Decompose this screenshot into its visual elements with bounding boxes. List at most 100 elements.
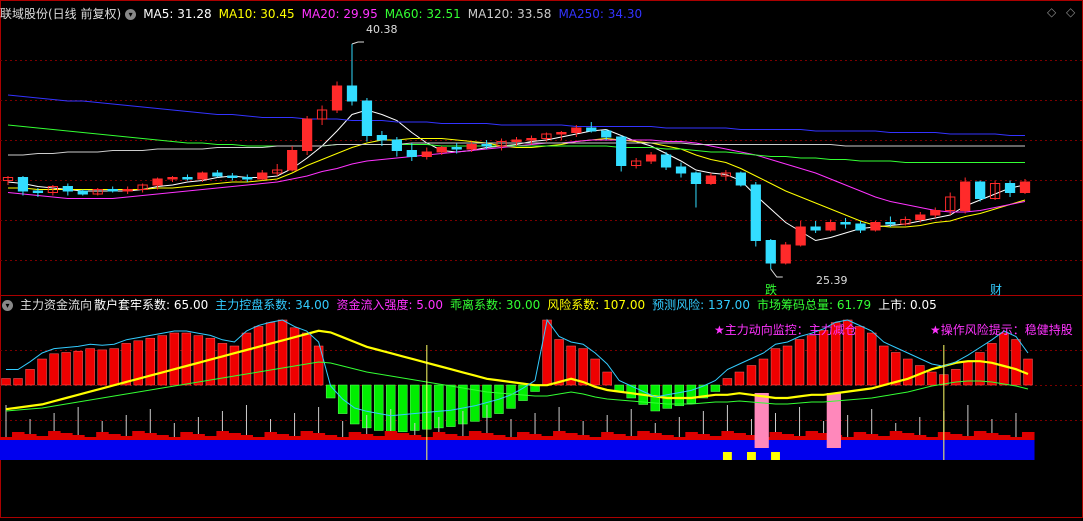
flow-bar-positive bbox=[169, 332, 180, 386]
base-strip bbox=[96, 440, 109, 460]
base-strip bbox=[216, 440, 229, 460]
base-strip-cap bbox=[444, 434, 458, 440]
base-strip bbox=[805, 440, 819, 460]
base-strip-cap bbox=[468, 431, 482, 440]
indicator-legend-item-3: 乖离系数: 30.00 bbox=[450, 298, 541, 312]
base-strip-cap bbox=[300, 431, 314, 440]
base-strip-cap bbox=[805, 431, 819, 440]
base-strip-cap bbox=[601, 432, 614, 440]
main-chart-header: 联域股份(日线 前复权) ▾ MA5: 31.28 MA10: 30.45 MA20… bbox=[0, 5, 656, 23]
chevron-down-icon[interactable]: ▾ bbox=[125, 8, 137, 20]
base-strip-cap bbox=[504, 437, 518, 440]
flow-bar-positive bbox=[49, 353, 59, 386]
chart-canvas[interactable] bbox=[0, 0, 1083, 518]
candle-body bbox=[675, 166, 687, 174]
base-strip bbox=[84, 440, 97, 460]
flow-bar-negative bbox=[710, 384, 721, 392]
base-strip-cap bbox=[276, 434, 290, 440]
flow-bar-positive bbox=[602, 371, 612, 386]
flow-bar-positive bbox=[85, 348, 95, 386]
base-strip bbox=[1009, 440, 1023, 460]
base-strip-cap bbox=[625, 436, 638, 440]
base-strip-cap bbox=[228, 433, 241, 440]
indicator-legend: 散户套牢系数: 65.00 主力控盘系数: 34.00 资金流入强度: 5.00 乖离… bbox=[94, 296, 944, 314]
base-strip bbox=[264, 440, 278, 460]
base-strip-cap bbox=[769, 432, 783, 440]
candle-body bbox=[406, 150, 417, 157]
candle-body bbox=[301, 118, 313, 151]
base-strip bbox=[0, 440, 13, 460]
base-strip bbox=[685, 440, 698, 460]
candle-body bbox=[17, 177, 29, 192]
base-strip bbox=[168, 440, 181, 460]
expand-diamond-icon[interactable]: ◇ bbox=[1066, 5, 1075, 19]
flow-bar-positive bbox=[879, 345, 889, 386]
candle-body bbox=[930, 210, 941, 216]
flow-bar-negative bbox=[674, 384, 685, 407]
candle-body bbox=[616, 136, 627, 166]
base-strip bbox=[793, 440, 807, 460]
base-strip-cap bbox=[156, 435, 169, 440]
low-price-label: 25.39 bbox=[816, 274, 848, 287]
flow-bar-positive bbox=[61, 352, 71, 386]
event-tag-left[interactable]: 跌 bbox=[765, 281, 777, 298]
base-strip-cap bbox=[288, 436, 302, 440]
candle-body bbox=[735, 172, 746, 186]
candle-body bbox=[331, 85, 343, 111]
collapse-diamond-icon[interactable]: ◇ bbox=[1047, 5, 1056, 19]
base-strip-cap bbox=[132, 431, 145, 440]
base-strip-cap bbox=[673, 437, 686, 440]
candle-body bbox=[825, 222, 836, 231]
base-strip bbox=[781, 440, 795, 460]
base-strip bbox=[504, 440, 518, 460]
base-strip-cap bbox=[168, 437, 181, 440]
base-strip-cap bbox=[781, 434, 795, 440]
base-strip bbox=[480, 440, 494, 460]
flow-bar-positive bbox=[37, 358, 47, 386]
base-strip-cap bbox=[1009, 437, 1023, 440]
base-strip-cap bbox=[348, 432, 362, 440]
base-strip-cap bbox=[60, 433, 73, 440]
base-strip bbox=[997, 440, 1011, 460]
base-strip-cap bbox=[72, 435, 85, 440]
base-strip-cap bbox=[529, 434, 542, 440]
flow-bar-negative bbox=[325, 384, 336, 399]
base-strip-cap bbox=[264, 432, 278, 440]
flow-bar-negative bbox=[349, 384, 360, 425]
base-strip bbox=[553, 440, 566, 460]
base-strip-cap bbox=[252, 437, 266, 440]
indicator-title[interactable]: 主力资金流向 bbox=[20, 296, 92, 314]
ma-legend-item-3: MA60: 32.51 bbox=[384, 7, 461, 21]
flow-bar-positive bbox=[13, 378, 23, 386]
base-strip bbox=[901, 440, 915, 460]
candle-body bbox=[451, 147, 462, 150]
base-strip-cap bbox=[396, 433, 410, 440]
flow-bar-positive bbox=[794, 339, 805, 386]
base-strip bbox=[613, 440, 626, 460]
ma-legend-item-2: MA20: 29.95 bbox=[301, 7, 378, 21]
base-strip bbox=[565, 440, 578, 460]
stock-title[interactable]: 联域股份(日线 前复权) bbox=[0, 5, 121, 23]
ma-line-ma250 bbox=[7, 94, 1025, 136]
flow-bar-positive bbox=[253, 326, 264, 386]
base-strip bbox=[24, 440, 37, 460]
indicator-legend-item-4: 风险系数: 107.00 bbox=[547, 298, 646, 312]
flow-bar-positive bbox=[121, 343, 131, 386]
ma-line-ma20 bbox=[7, 139, 1026, 213]
ma-legend: MA5: 31.28 MA10: 30.45 MA20: 29.95 MA60: 32… bbox=[143, 5, 649, 23]
base-strip-cap bbox=[1021, 432, 1035, 440]
candle-body bbox=[645, 154, 657, 162]
candle-body bbox=[690, 172, 702, 184]
base-strip-cap bbox=[492, 435, 506, 440]
event-tag-right[interactable]: 财 bbox=[990, 281, 1002, 298]
base-strip bbox=[384, 440, 398, 460]
base-strip-cap bbox=[240, 435, 253, 440]
candle-body bbox=[840, 222, 851, 225]
flow-bar-negative bbox=[506, 384, 516, 409]
chevron-down-icon[interactable]: ▾ bbox=[2, 299, 13, 311]
kline-chart-area[interactable] bbox=[0, 0, 1083, 518]
candle-body bbox=[197, 172, 208, 180]
base-strip-cap bbox=[360, 434, 374, 440]
base-strip-cap bbox=[120, 436, 133, 440]
base-strip bbox=[144, 440, 157, 460]
